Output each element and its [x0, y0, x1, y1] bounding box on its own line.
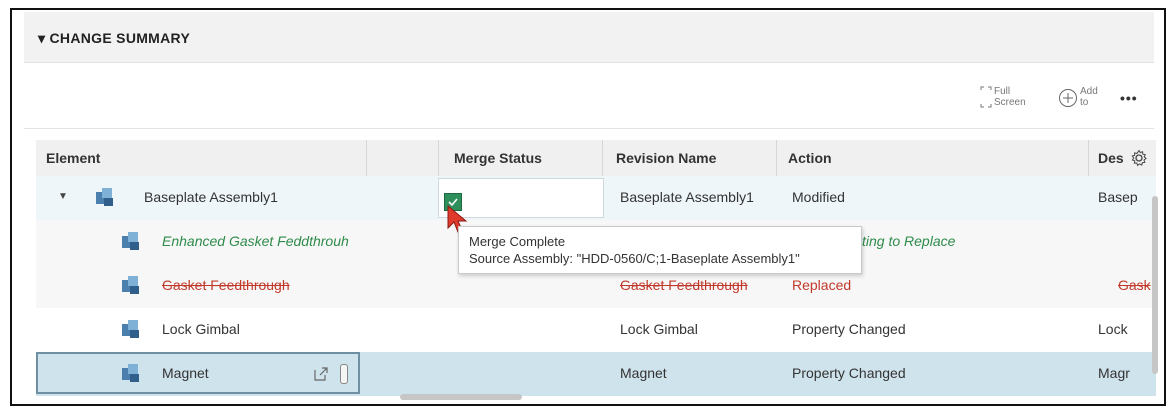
part-icon [122, 364, 139, 382]
expand-triangle-icon[interactable]: ▼ [58, 191, 68, 202]
tooltip-title: Merge Complete [469, 234, 566, 249]
element-name: Baseplate Assembly1 [144, 189, 278, 205]
action-text: ting to Replace [862, 233, 956, 249]
assembly-icon [96, 188, 113, 206]
part-icon [122, 232, 139, 250]
section-title: ▾ CHANGE SUMMARY [38, 30, 191, 46]
section-header[interactable]: ▾ CHANGE SUMMARY [24, 12, 1154, 63]
element-name: Enhanced Gasket Feddthrouh [162, 233, 349, 249]
description-text: Magr [1098, 365, 1130, 381]
revision-name: Baseplate Assembly1 [620, 189, 754, 205]
description-text: Lock [1098, 321, 1128, 337]
part-icon [122, 276, 139, 294]
table-row-selected[interactable]: Magnet Magnet Property Changed Magr [36, 352, 1156, 396]
element-name: Gasket Feedthrough [162, 277, 290, 293]
tooltip-source: Source Assembly: "HDD-0560/C;1-Baseplate… [469, 251, 800, 266]
full-screen-label-top: Full [994, 86, 1011, 97]
part-icon [122, 320, 139, 338]
full-screen-icon [980, 86, 992, 108]
action-text: Property Changed [792, 321, 906, 337]
settings-gear-icon[interactable] [1130, 149, 1148, 167]
vertical-scrollbar[interactable] [1152, 196, 1158, 374]
column-header-action[interactable]: Action [788, 150, 832, 166]
drag-handle[interactable] [340, 364, 348, 384]
full-screen-label-bottom: Screen [994, 97, 1026, 108]
add-to-label-bottom: to [1080, 97, 1089, 108]
action-text: Modified [792, 189, 845, 205]
add-circle-icon [1059, 89, 1077, 107]
column-divider [776, 140, 777, 176]
revision-name: Gasket Feedthrough [620, 277, 748, 293]
open-external-icon[interactable] [312, 365, 330, 383]
horizontal-scrollbar[interactable] [400, 394, 522, 400]
column-divider [438, 140, 439, 176]
description-text: Gask [1118, 277, 1151, 293]
element-name: Magnet [162, 365, 209, 381]
column-divider [1088, 140, 1089, 176]
revision-name: Lock Gimbal [620, 321, 698, 337]
element-name: Lock Gimbal [162, 321, 240, 337]
column-header-revision-name[interactable]: Revision Name [616, 150, 716, 166]
table-row[interactable]: Lock Gimbal Lock Gimbal Property Changed… [36, 308, 1156, 353]
column-divider [366, 140, 367, 176]
column-header-merge-status[interactable]: Merge Status [454, 150, 542, 166]
action-text: Property Changed [792, 365, 906, 381]
merge-status-tooltip: Merge Complete Source Assembly: "HDD-056… [458, 226, 862, 274]
add-to-label-top: Add [1080, 86, 1098, 97]
table-row[interactable]: ▼ Baseplate Assembly1 Baseplate Assembly… [36, 176, 1156, 220]
description-text: Basep [1098, 189, 1138, 205]
column-header-element[interactable]: Element [46, 150, 100, 166]
toolbar: Full Screen Add to ••• [24, 72, 1154, 129]
more-options-icon[interactable]: ••• [1120, 90, 1138, 106]
revision-name: Magnet [620, 365, 667, 381]
table-header: Element Merge Status Revision Name Actio… [36, 140, 1156, 177]
column-header-description[interactable]: Des [1098, 150, 1124, 166]
action-text: Replaced [792, 277, 852, 293]
column-divider [602, 140, 603, 176]
